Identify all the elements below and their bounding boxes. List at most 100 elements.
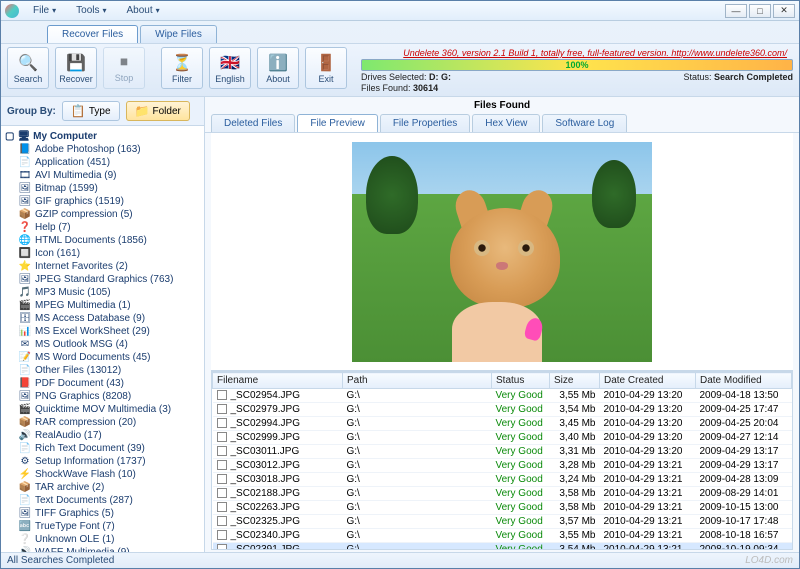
tab-file-preview[interactable]: File Preview [297, 114, 377, 132]
file-type-icon: 📊 [19, 326, 31, 338]
close-button[interactable]: ✕ [773, 4, 795, 18]
tree-node[interactable]: 🎬Quicktime MOV Multimedia (3) [3, 403, 202, 416]
search-button[interactable]: 🔍Search [7, 47, 49, 89]
tree-node[interactable]: 📝MS Word Documents (45) [3, 351, 202, 364]
exit-button[interactable]: 🚪Exit [305, 47, 347, 89]
table-row[interactable]: _SC03018.JPGG:\Very Good3,24 Mb2010-04-2… [213, 473, 792, 487]
file-list[interactable]: Filename Path Status Size Date Created D… [211, 371, 793, 550]
tree-node[interactable]: 🌐HTML Documents (1856) [3, 234, 202, 247]
tab-recover-files[interactable]: Recover Files [47, 25, 138, 43]
tree-node[interactable]: 🔊RealAudio (17) [3, 429, 202, 442]
row-checkbox[interactable] [217, 460, 227, 470]
col-path[interactable]: Path [343, 373, 492, 389]
group-by-type-button[interactable]: 📋Type [62, 101, 120, 121]
computer-icon: 🖥 [17, 131, 30, 142]
table-row[interactable]: _SC02954.JPGG:\Very Good3,55 Mb2010-04-2… [213, 389, 792, 403]
tree-node[interactable]: 📦TAR archive (2) [3, 481, 202, 494]
menu-about[interactable]: About▾ [119, 3, 168, 18]
col-filename[interactable]: Filename [213, 373, 343, 389]
table-row[interactable]: _SC02994.JPGG:\Very Good3,45 Mb2010-04-2… [213, 417, 792, 431]
tree-node[interactable]: 📄Rich Text Document (39) [3, 442, 202, 455]
tree-node[interactable]: 🎬MPEG Multimedia (1) [3, 299, 202, 312]
filter-button[interactable]: ⏳Filter [161, 47, 203, 89]
row-checkbox[interactable] [217, 530, 227, 540]
table-row[interactable]: _SC02263.JPGG:\Very Good3,58 Mb2010-04-2… [213, 501, 792, 515]
table-row[interactable]: _SC02391.JPGG:\Very Good3,54 Mb2010-04-2… [213, 543, 792, 551]
col-modified[interactable]: Date Modified [696, 373, 792, 389]
file-type-icon: ⚙ [19, 456, 31, 468]
table-row[interactable]: _SC02979.JPGG:\Very Good3,54 Mb2010-04-2… [213, 403, 792, 417]
tree-node[interactable]: 📊MS Excel WorkSheet (29) [3, 325, 202, 338]
file-type-icon: ✉ [19, 339, 31, 351]
row-checkbox[interactable] [217, 446, 227, 456]
tab-software-log[interactable]: Software Log [542, 114, 627, 132]
tree-node[interactable]: 📦RAR compression (20) [3, 416, 202, 429]
tree-node[interactable]: ❓Help (7) [3, 221, 202, 234]
tree-node[interactable]: 🔤TrueType Font (7) [3, 520, 202, 533]
tab-hex-view[interactable]: Hex View [472, 114, 540, 132]
stop-button[interactable]: ⏹Stop [103, 47, 145, 89]
tree-node[interactable]: ⭐Internet Favorites (2) [3, 260, 202, 273]
tree-node[interactable]: 🖼JPEG Standard Graphics (763) [3, 273, 202, 286]
row-checkbox[interactable] [217, 432, 227, 442]
file-type-icon: 🖼 [19, 183, 31, 195]
row-checkbox[interactable] [217, 474, 227, 484]
tab-wipe-files[interactable]: Wipe Files [140, 25, 217, 43]
tree-node[interactable]: ✉MS Outlook MSG (4) [3, 338, 202, 351]
tab-deleted-files[interactable]: Deleted Files [211, 114, 295, 132]
table-row[interactable]: _SC02188.JPGG:\Very Good3,58 Mb2010-04-2… [213, 487, 792, 501]
recover-button[interactable]: 💾Recover [55, 47, 97, 89]
row-checkbox[interactable] [217, 502, 227, 512]
language-button[interactable]: 🇬🇧English [209, 47, 251, 89]
tree-node[interactable]: 📄Text Documents (287) [3, 494, 202, 507]
row-checkbox[interactable] [217, 390, 227, 400]
tree-node[interactable]: 📘Adobe Photoshop (163) [3, 143, 202, 156]
watermark: LO4D.com [745, 555, 793, 566]
tree-node[interactable]: 🖼TIFF Graphics (5) [3, 507, 202, 520]
tree-node[interactable]: 📦GZIP compression (5) [3, 208, 202, 221]
row-checkbox[interactable] [217, 404, 227, 414]
file-type-icon: 🎬 [19, 404, 31, 416]
col-created[interactable]: Date Created [600, 373, 696, 389]
row-checkbox[interactable] [217, 488, 227, 498]
filter-icon: ⏳ [172, 53, 192, 73]
tree-node[interactable]: 🖼Bitmap (1599) [3, 182, 202, 195]
file-type-icon: ❓ [19, 222, 31, 234]
table-row[interactable]: _SC03012.JPGG:\Very Good3,28 Mb2010-04-2… [213, 459, 792, 473]
file-type-tree[interactable]: ▢🖥My Computer 📘Adobe Photoshop (163)📄App… [1, 126, 204, 552]
menu-tools[interactable]: Tools▾ [68, 3, 114, 18]
tree-node[interactable]: 🔲Icon (161) [3, 247, 202, 260]
tree-root[interactable]: ▢🖥My Computer [3, 130, 202, 143]
table-row[interactable]: _SC03011.JPGG:\Very Good3,31 Mb2010-04-2… [213, 445, 792, 459]
menu-file[interactable]: File▾ [25, 3, 64, 18]
tree-node[interactable]: 🎞AVI Multimedia (9) [3, 169, 202, 182]
promo-link[interactable]: Undelete 360, version 2.1 Build 1, total… [361, 48, 793, 58]
tree-node[interactable]: 🖼GIF graphics (1519) [3, 195, 202, 208]
tab-file-properties[interactable]: File Properties [380, 114, 470, 132]
about-button[interactable]: ℹ️About [257, 47, 299, 89]
row-checkbox[interactable] [217, 516, 227, 526]
tree-node[interactable]: ❔Unknown OLE (1) [3, 533, 202, 546]
tree-node[interactable]: 🗄MS Access Database (9) [3, 312, 202, 325]
table-row[interactable]: _SC02325.JPGG:\Very Good3,57 Mb2010-04-2… [213, 515, 792, 529]
tree-node[interactable]: 📄Application (451) [3, 156, 202, 169]
row-checkbox[interactable] [217, 418, 227, 428]
row-checkbox[interactable] [217, 544, 227, 550]
tree-node[interactable]: 🎵MP3 Music (105) [3, 286, 202, 299]
tree-node[interactable]: 📕PDF Document (43) [3, 377, 202, 390]
tree-node[interactable]: ⚙Setup Information (1737) [3, 455, 202, 468]
table-row[interactable]: _SC02999.JPGG:\Very Good3,40 Mb2010-04-2… [213, 431, 792, 445]
tree-node[interactable]: 🖼PNG Graphics (8208) [3, 390, 202, 403]
table-row[interactable]: _SC02340.JPGG:\Very Good3,55 Mb2010-04-2… [213, 529, 792, 543]
col-size[interactable]: Size [550, 373, 600, 389]
tree-node[interactable]: ⚡ShockWave Flash (10) [3, 468, 202, 481]
maximize-button[interactable]: □ [749, 4, 771, 18]
minimize-button[interactable]: — [725, 4, 747, 18]
file-type-icon: 🎵 [19, 287, 31, 299]
drives-selected: Drives Selected: D: G: [361, 72, 451, 82]
file-type-icon: 🎞 [19, 170, 31, 182]
scan-status: Status: Search Completed [683, 72, 793, 82]
tree-node[interactable]: 📄Other Files (13012) [3, 364, 202, 377]
col-status[interactable]: Status [492, 373, 550, 389]
group-by-folder-button[interactable]: 📁Folder [126, 101, 190, 121]
